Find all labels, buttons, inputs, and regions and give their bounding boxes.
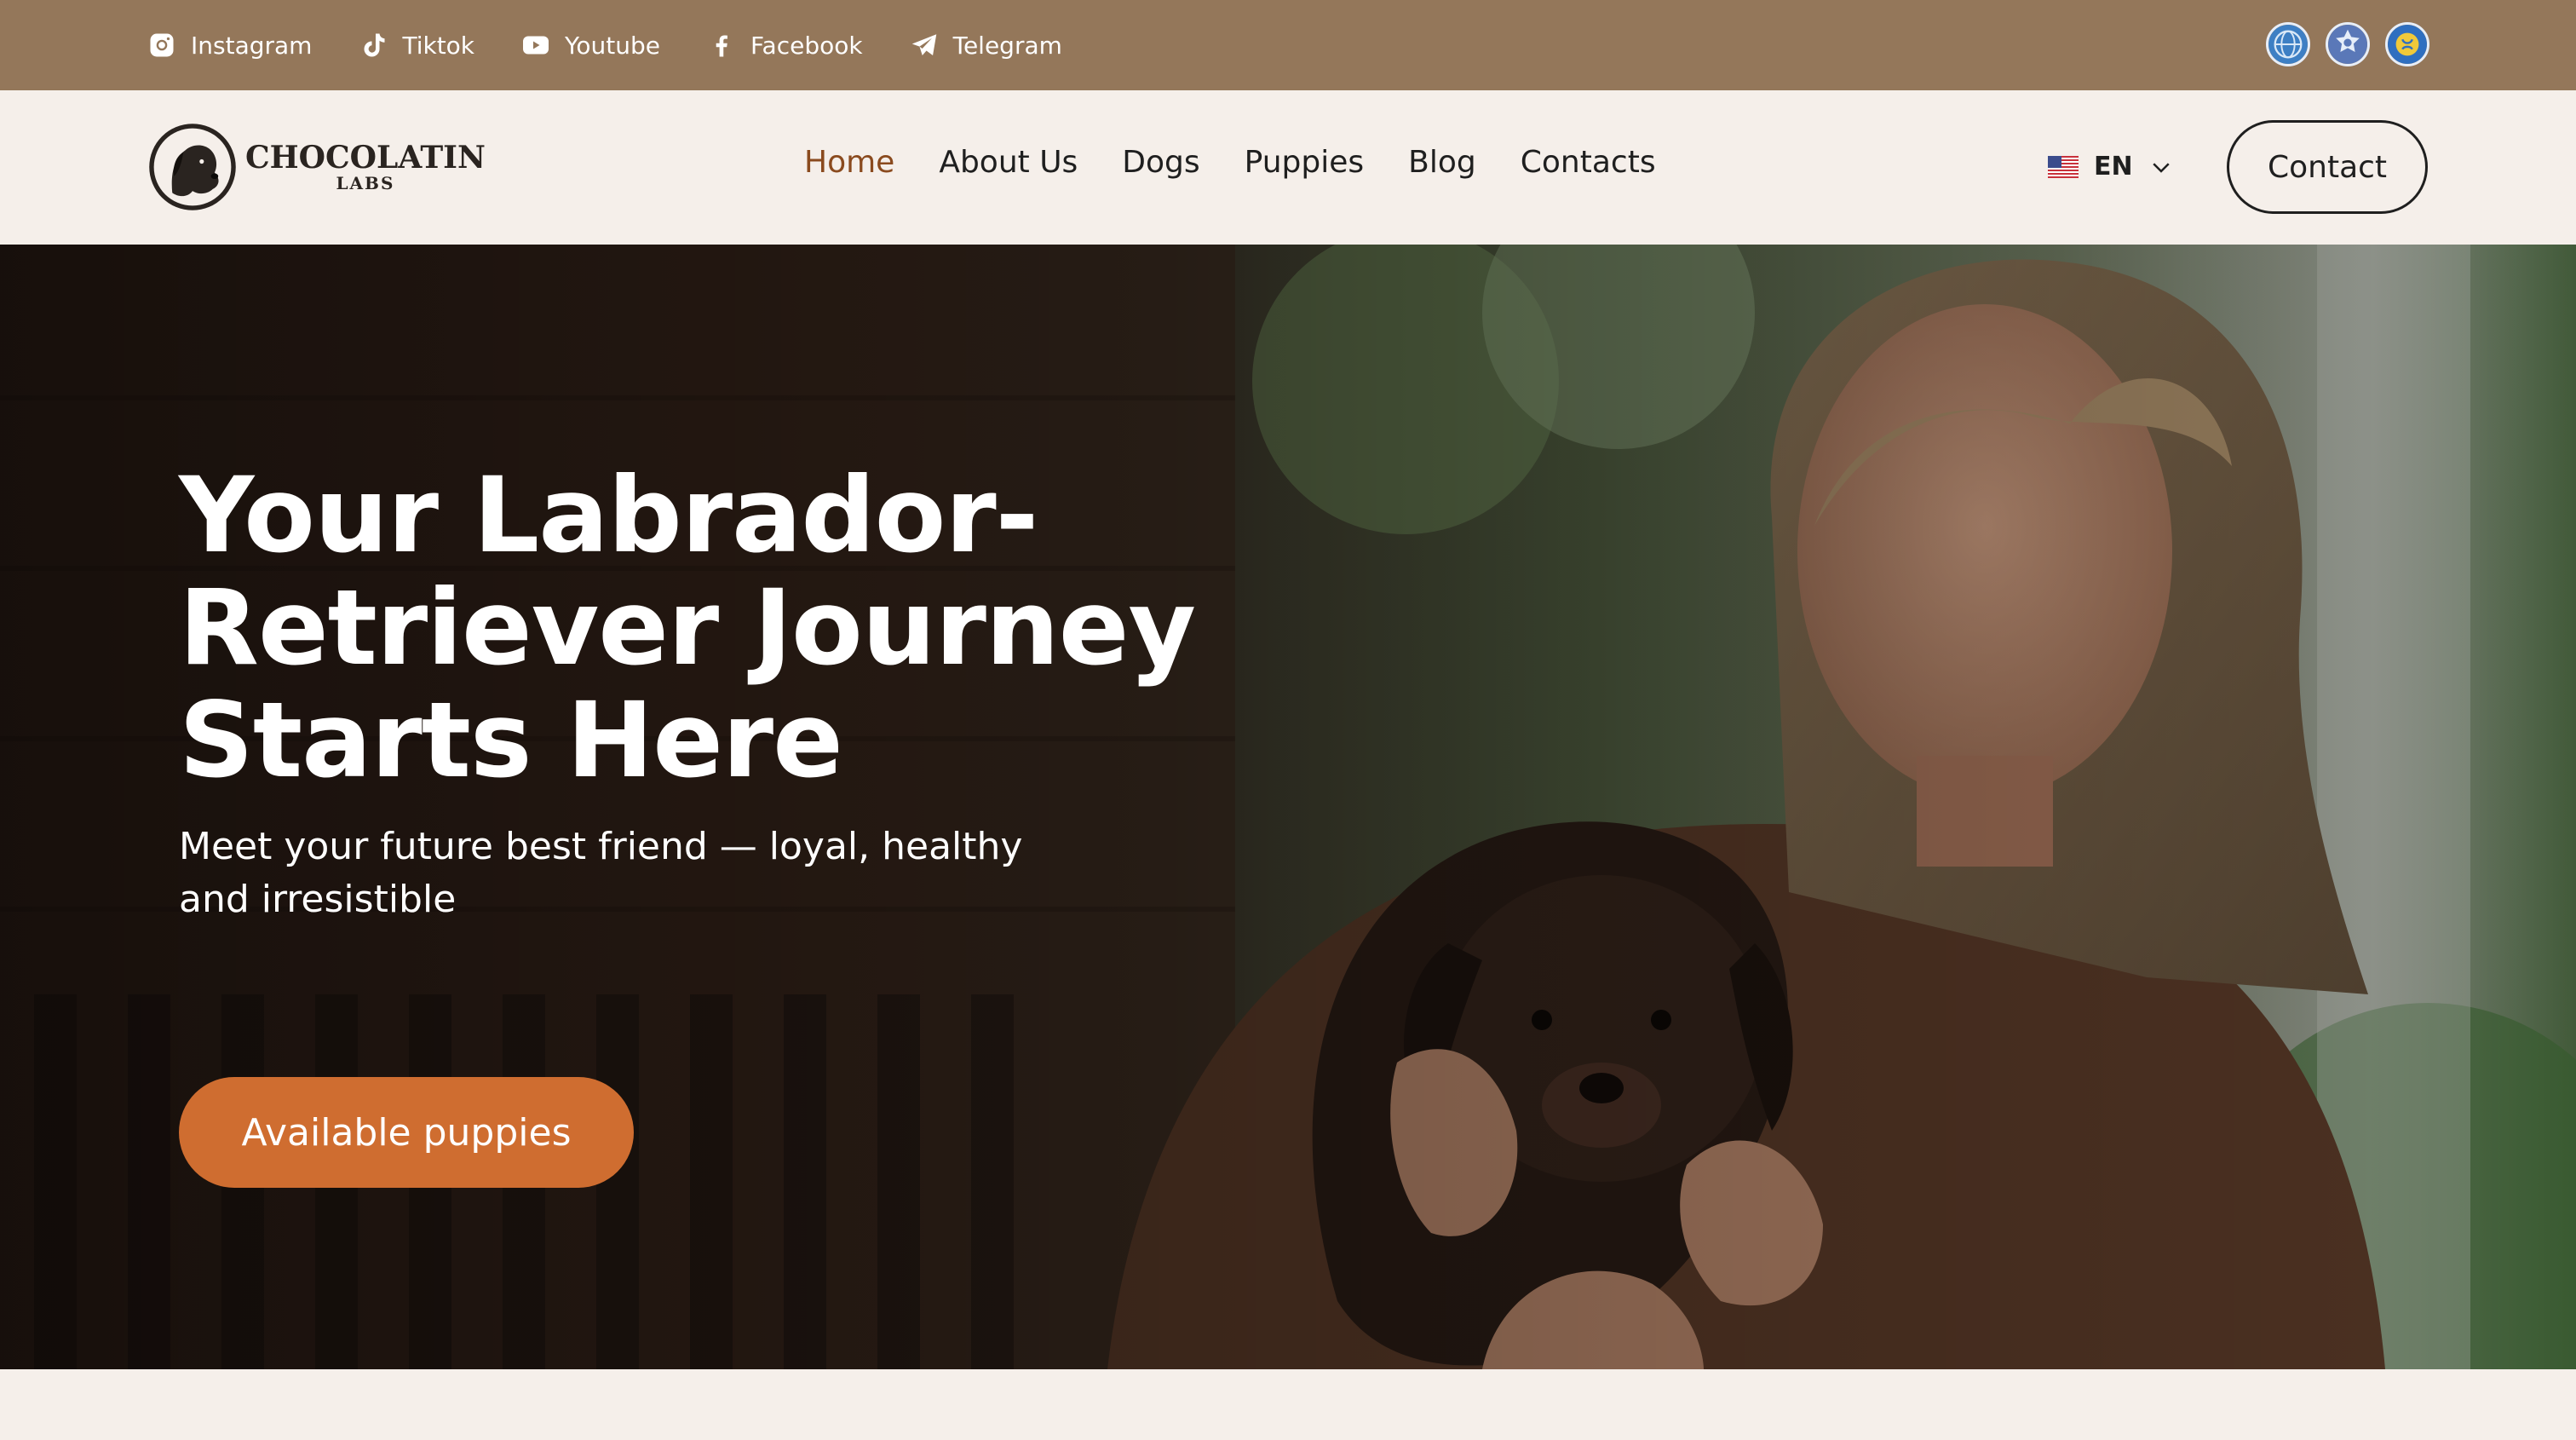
association-badges [2266,22,2429,66]
nav-item-blog[interactable]: Blog [1408,145,1476,180]
social-link-facebook[interactable]: Facebook [706,30,863,60]
logo-subtitle: LABS [336,173,395,193]
social-link-youtube[interactable]: Youtube [520,30,660,60]
social-link-telegram[interactable]: Telegram [909,30,1062,60]
hero-subtitle: Meet your future best friend — loyal, he… [179,825,1023,921]
language-selector[interactable]: EN [2048,152,2174,181]
tiktok-icon [364,33,385,57]
instagram-icon [150,33,174,57]
social-label: Facebook [750,31,863,60]
youtube-icon [523,36,549,55]
hero-title-line: Starts Here [179,680,843,801]
social-label: Telegram [952,31,1062,60]
hero-title: Your Labrador- Retriever Journey Starts … [179,459,1286,797]
social-link-tiktok[interactable]: Tiktok [358,30,474,60]
kennel-club-badge-icon[interactable] [2326,22,2370,66]
chevron-down-icon [2152,162,2170,173]
social-label: Youtube [565,31,661,60]
site-logo[interactable]: CHOCOLATIN LABS [147,121,486,213]
main-menu: Home About Us Dogs Puppies Blog Contacts [804,145,1656,180]
top-social-bar: Instagram Tiktok Youtube Facebook Telegr… [0,0,2576,90]
telegram-icon [911,34,936,55]
nav-item-contacts[interactable]: Contacts [1521,145,1656,180]
hero-title-line: Your Labrador- [179,455,1038,576]
logo-title: CHOCOLATIN [245,140,486,176]
logo-wordmark: CHOCOLATIN LABS [245,142,486,192]
social-label: Tiktok [402,31,475,60]
next-section-edge [0,1369,2576,1440]
fci-badge-icon[interactable] [2266,22,2310,66]
hero-photo-woman-holding-puppy [0,245,2576,1369]
main-navbar: CHOCOLATIN LABS Home About Us Dogs Puppi… [0,90,2576,245]
social-link-instagram[interactable]: Instagram [147,30,312,60]
social-label: Instagram [191,31,313,60]
nav-item-puppies[interactable]: Puppies [1245,145,1365,180]
facebook-icon [716,35,727,57]
nav-item-home[interactable]: Home [804,145,894,180]
hero-section: Your Labrador- Retriever Journey Starts … [0,245,2576,1369]
available-puppies-button[interactable]: Available puppies [179,1077,634,1188]
national-kennel-badge-icon[interactable] [2385,22,2429,66]
nav-item-about-us[interactable]: About Us [939,145,1078,180]
language-code: EN [2094,152,2133,181]
nav-item-dogs[interactable]: Dogs [1122,145,1199,180]
social-links: Instagram Tiktok Youtube Facebook Telegr… [147,30,1062,60]
us-flag-icon [2048,155,2079,178]
contact-button[interactable]: Contact [2227,120,2428,214]
labrador-head-icon [149,124,236,210]
hero-title-line: Retriever Journey [179,567,1196,688]
